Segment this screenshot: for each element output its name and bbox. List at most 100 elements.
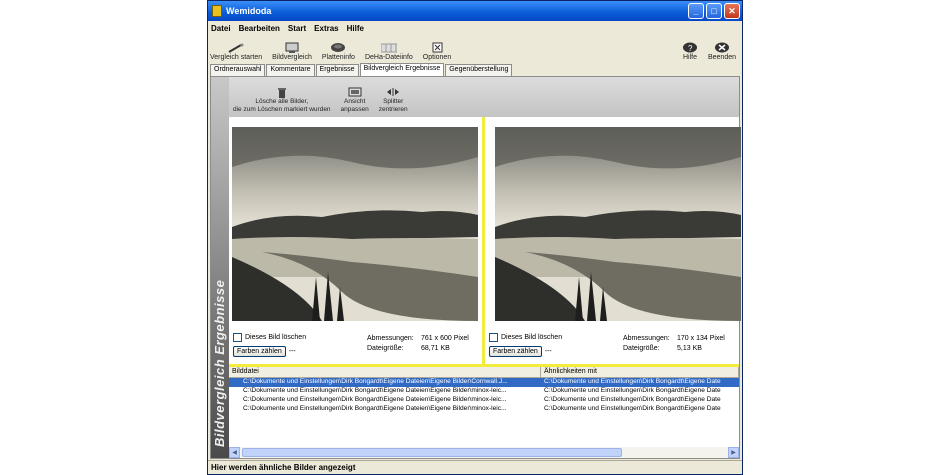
options-button[interactable]: Optionen <box>423 42 451 61</box>
title-bar[interactable]: Wemidoda _ □ ✕ <box>208 1 742 21</box>
left-dims-value: 761 x 600 Pixel <box>421 335 469 342</box>
start-compare-label: Vergleich starten <box>210 54 263 61</box>
header-image-file[interactable]: Bilddatei <box>229 367 541 378</box>
left-image <box>232 127 478 321</box>
results-header: Bilddatei Ähnlichkeiten mit <box>229 367 739 378</box>
right-image <box>495 127 741 321</box>
cell-image-file: C:\Dokumente und Einstellungen\Dirk Bong… <box>229 378 541 387</box>
delete-marked-button[interactable]: Lösche alle Bilder, die zum Löschen mark… <box>233 87 331 114</box>
right-size-label: Dateigröße: <box>623 345 660 352</box>
menu-bar: Datei Bearbeiten Start Extras Hilfe <box>208 21 742 35</box>
options-icon <box>429 42 445 53</box>
right-dims-label: Abmessungen: <box>623 335 670 342</box>
left-image-info: Dieses Bild löschen Farben zählen --- Ab… <box>229 331 482 367</box>
table-row[interactable]: C:\Dokumente und Einstellungen\Dirk Bong… <box>229 378 739 387</box>
monitor-icon <box>284 42 300 53</box>
disk-info-button[interactable]: Platteninfo <box>322 42 355 61</box>
help-label: Hilfe <box>682 54 697 61</box>
fit-view-label-2: anpassen <box>340 106 369 113</box>
scroll-thumb[interactable] <box>242 448 622 457</box>
image-compare-area: Dieses Bild löschen Farben zählen --- Ab… <box>229 117 741 367</box>
file-info-button[interactable]: DeHa-Dateiinfo <box>365 42 413 61</box>
tab-comments[interactable]: Kommentare <box>266 64 315 76</box>
exit-button[interactable]: Beenden <box>708 42 736 61</box>
tab-comparison[interactable]: Gegenüberstellung <box>445 64 513 76</box>
table-row[interactable]: C:\Dokumente und Einstellungen\Dirk Bong… <box>229 396 739 405</box>
file-grid-icon <box>380 42 397 53</box>
close-button[interactable]: ✕ <box>724 3 740 19</box>
options-label: Optionen <box>422 54 452 61</box>
minimize-button[interactable]: _ <box>688 3 704 19</box>
right-count-value: --- <box>544 348 552 355</box>
right-image-info: Dieses Bild löschen Farben zählen --- Ab… <box>485 331 739 367</box>
file-info-label: DeHa-Dateiinfo <box>364 54 413 61</box>
disk-icon <box>330 42 346 53</box>
tab-results[interactable]: Ergebnisse <box>315 64 359 76</box>
fit-view-icon <box>348 87 362 97</box>
left-size-value: 68,71 KB <box>421 345 450 352</box>
center-splitter-label-1: Splitter <box>383 98 404 105</box>
exit-label: Beenden <box>707 54 736 61</box>
table-row[interactable]: C:\Dokumente und Einstellungen\Dirk Bong… <box>229 387 739 396</box>
menu-datei[interactable]: Datei <box>211 24 231 33</box>
menu-start[interactable]: Start <box>288 24 306 33</box>
cell-similar-to: C:\Dokumente und Einstellungen\Dirk Bong… <box>544 396 721 403</box>
side-banner: Bildvergleich Ergebnisse <box>211 77 229 458</box>
left-size-label: Dateigröße: <box>367 345 404 352</box>
start-compare-button[interactable]: Vergleich starten <box>210 42 262 61</box>
center-splitter-label-2: zentrieren <box>378 106 408 113</box>
left-image-panel: Dieses Bild löschen Farben zählen --- Ab… <box>229 117 485 367</box>
pane-toolbar: Lösche alle Bilder, die zum Löschen mark… <box>229 77 739 117</box>
main-toolbar: Vergleich starten Bildvergleich Platteni… <box>208 35 742 63</box>
left-dims-label: Abmessungen: <box>367 335 414 342</box>
help-button[interactable]: ? Hilfe <box>682 42 698 61</box>
scroll-right-icon[interactable]: ▶ <box>728 447 739 458</box>
status-bar: Hier werden ähnliche Bilder angezeigt <box>208 460 742 474</box>
trash-icon <box>275 87 289 98</box>
tab-strip: Ordnerauswahl Kommentare Ergebnisse Bild… <box>210 63 742 76</box>
right-delete-checkbox[interactable] <box>489 333 498 342</box>
fit-view-label-1: Ansicht <box>343 98 366 105</box>
cell-similar-to: C:\Dokumente und Einstellungen\Dirk Bong… <box>544 405 721 412</box>
menu-hilfe[interactable]: Hilfe <box>347 24 364 33</box>
right-size-value: 5,13 KB <box>677 345 702 352</box>
left-count-colors-button[interactable]: Farben zählen <box>233 346 286 357</box>
wand-icon <box>228 42 244 53</box>
cell-image-file: C:\Dokumente und Einstellungen\Dirk Bong… <box>243 396 507 403</box>
image-compare-label: Bildvergleich <box>272 54 312 61</box>
tab-image-compare-results[interactable]: Bildvergleich Ergebnisse <box>359 63 445 76</box>
right-delete-label: Dieses Bild löschen <box>501 334 563 341</box>
window-title: Wemidoda <box>226 6 272 16</box>
app-icon <box>212 5 222 17</box>
help-icon: ? <box>682 42 698 53</box>
scroll-left-icon[interactable]: ◀ <box>229 447 240 458</box>
tab-content: Bildvergleich Ergebnisse Lösche alle Bil… <box>210 76 741 459</box>
left-delete-checkbox[interactable] <box>233 333 242 342</box>
cell-image-file: C:\Dokumente und Einstellungen\Dirk Bong… <box>243 387 507 394</box>
image-compare-button[interactable]: Bildvergleich <box>272 42 312 61</box>
menu-extras[interactable]: Extras <box>314 24 338 33</box>
center-splitter-button[interactable]: Splitter zentrieren <box>379 87 408 114</box>
results-table: Bilddatei Ähnlichkeiten mit C:\Dokumente… <box>229 367 739 458</box>
delete-marked-label-2: die zum Löschen markiert wurden <box>233 106 331 113</box>
disk-info-label: Platteninfo <box>321 54 355 61</box>
right-dims-value: 170 x 134 Pixel <box>677 335 725 342</box>
app-window: Wemidoda _ □ ✕ Datei Bearbeiten Start Ex… <box>207 0 743 475</box>
fit-view-button[interactable]: Ansicht anpassen <box>341 87 369 114</box>
cell-similar-to: C:\Dokumente und Einstellungen\Dirk Bong… <box>544 387 721 394</box>
menu-bearbeiten[interactable]: Bearbeiten <box>239 24 280 33</box>
status-text: Hier werden ähnliche Bilder angezeigt <box>211 463 356 472</box>
side-banner-label: Bildvergleich Ergebnisse <box>212 279 227 447</box>
cell-image-file: C:\Dokumente und Einstellungen\Dirk Bong… <box>243 405 507 412</box>
right-count-colors-button[interactable]: Farben zählen <box>489 346 542 357</box>
left-count-value: --- <box>288 348 296 355</box>
header-similar-to[interactable]: Ähnlichkeiten mit <box>541 367 739 378</box>
cell-similar-to: C:\Dokumente und Einstellungen\Dirk Bong… <box>541 378 739 387</box>
left-delete-label: Dieses Bild löschen <box>245 334 307 341</box>
horizontal-scrollbar[interactable]: ◀ ▶ <box>229 447 739 458</box>
tab-folder-selection[interactable]: Ordnerauswahl <box>210 64 266 76</box>
svg-text:?: ? <box>688 44 693 53</box>
splitter-icon <box>386 87 400 97</box>
table-row[interactable]: C:\Dokumente und Einstellungen\Dirk Bong… <box>229 405 739 414</box>
maximize-button[interactable]: □ <box>706 3 722 19</box>
